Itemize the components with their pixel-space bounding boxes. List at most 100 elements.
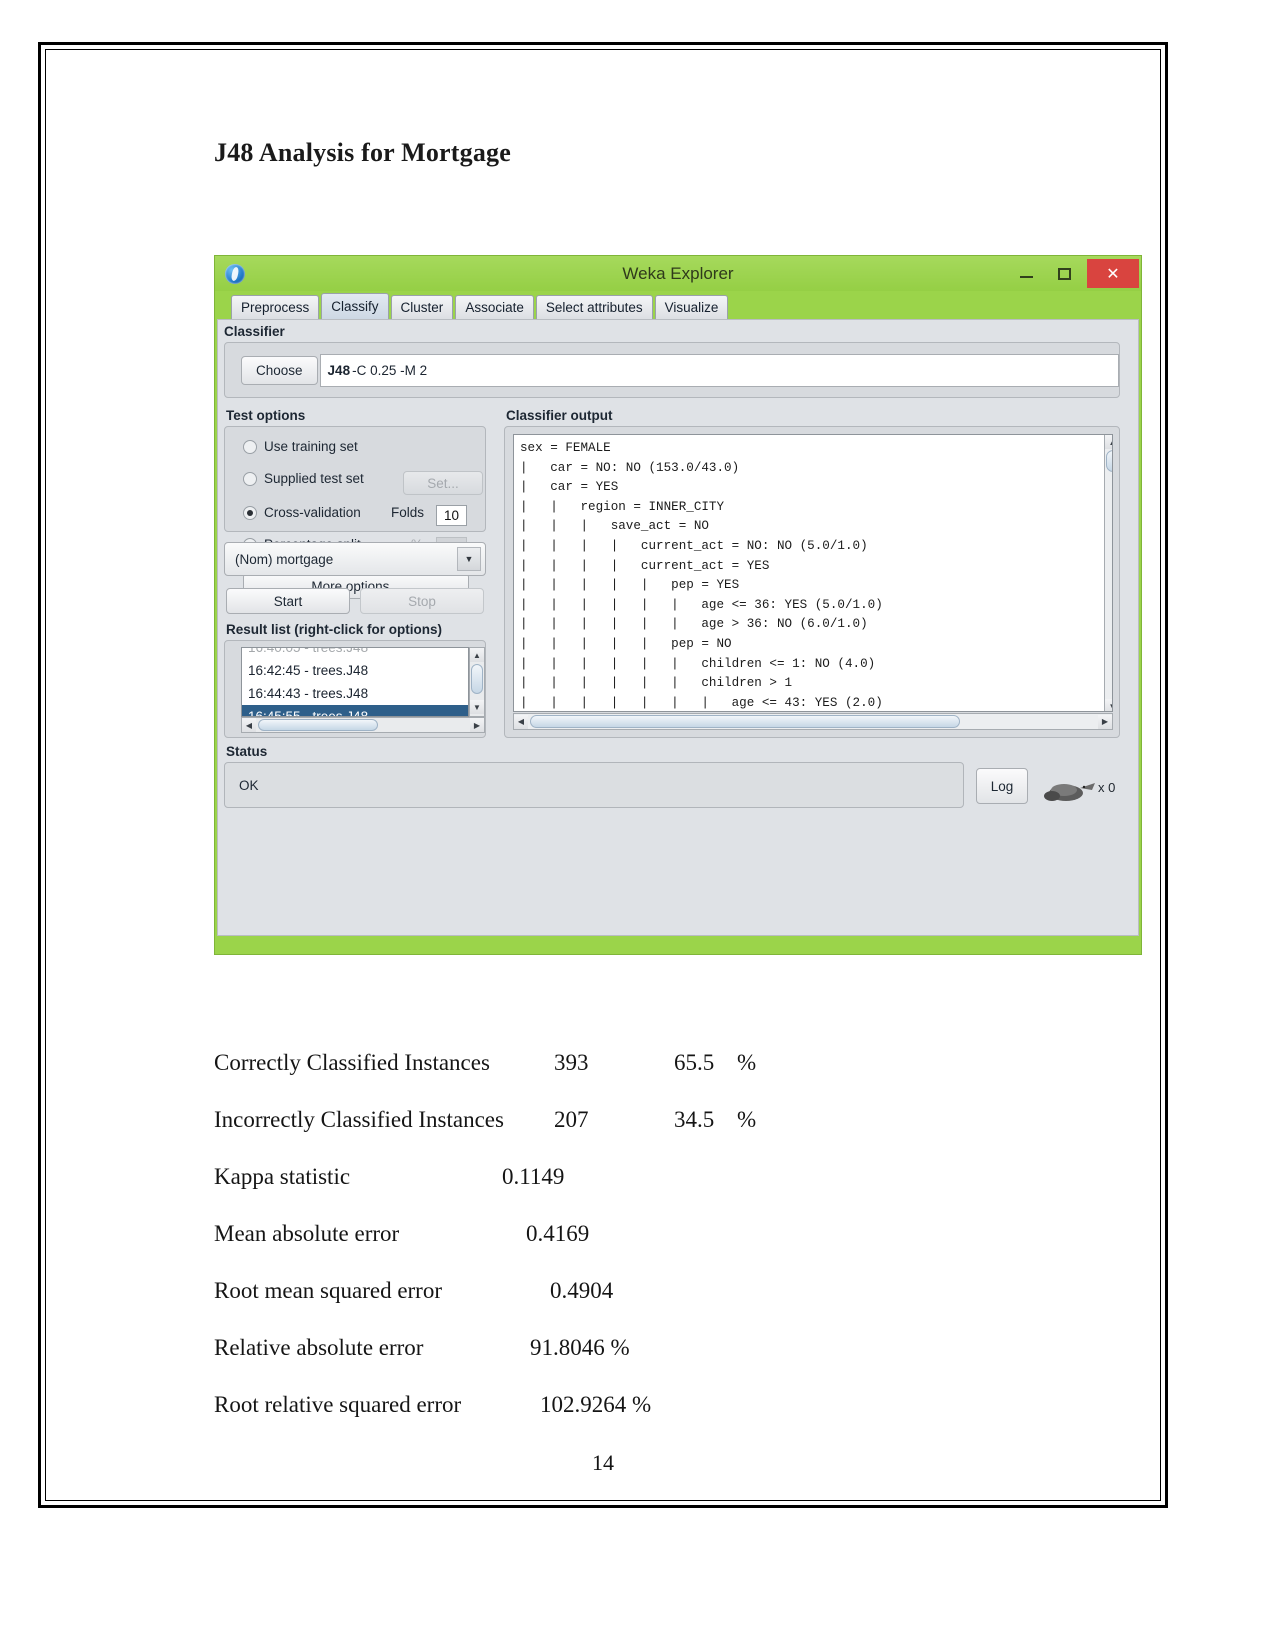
close-button[interactable]: ✕ (1087, 259, 1139, 288)
scroll-up-icon[interactable]: ▲ (470, 648, 484, 662)
result-list-vertical-scrollbar[interactable]: ▲ ▼ (469, 647, 485, 717)
metric-value: 102.9264 % (540, 1392, 652, 1417)
metric-row: Incorrectly Classified Instances 207 34.… (214, 1107, 1014, 1164)
radio-icon-selected (243, 505, 257, 520)
folds-label-text: Folds (391, 505, 425, 520)
tab-classify[interactable]: Classify (321, 293, 389, 319)
start-button[interactable]: Start (226, 588, 350, 614)
page-content: J48 Analysis for Mortgage Weka Explorer … (46, 50, 1160, 1500)
tab-associate[interactable]: Associate (455, 295, 534, 319)
classifier-output-text: sex = FEMALE | car = NO: NO (153.0/43.0)… (520, 441, 883, 710)
choose-button[interactable]: Choose (241, 355, 318, 385)
result-list-horizontal-scrollbar[interactable]: ◀ ▶ (241, 717, 485, 733)
explorer-body: Classifier Choose J48 -C 0.25 -M 2 Test o… (217, 319, 1139, 936)
scrollbar-thumb[interactable] (258, 719, 378, 731)
list-item-selected[interactable]: 16:45:55 - trees.J48 (242, 705, 468, 716)
scroll-up-icon[interactable]: ▲ (1105, 435, 1112, 449)
scroll-left-icon[interactable]: ◀ (514, 714, 528, 729)
page-title: J48 Analysis for Mortgage (214, 138, 511, 167)
metric-percent: 65.5 (674, 1050, 715, 1075)
metric-row: Root relative squared error 102.9264 % (214, 1392, 1014, 1449)
classifier-name: J48 (327, 362, 351, 378)
tab-select-attributes[interactable]: Select attributes (535, 295, 653, 319)
scroll-down-icon[interactable]: ▼ (1105, 699, 1112, 711)
metric-value: 91.8046 % (530, 1335, 630, 1360)
metric-row: Kappa statistic 0.1149 (214, 1164, 1014, 1221)
folds-input[interactable]: 10 (436, 505, 467, 526)
radio-use-training-set[interactable]: Use training set (243, 439, 358, 454)
result-list-label: Result list (right-click for options) (226, 622, 443, 637)
scroll-right-icon[interactable]: ▶ (470, 718, 484, 732)
metric-row: Root mean squared error 0.4904 (214, 1278, 1014, 1335)
radio-cross-validation[interactable]: Cross-validation (243, 505, 361, 520)
radio-icon (243, 471, 257, 486)
metric-label: Root relative squared error (214, 1392, 462, 1417)
metric-value: 0.4904 (550, 1278, 614, 1303)
bird-count-label: x 0 (1098, 780, 1116, 795)
weka-explorer-window: Weka Explorer ✕ Preprocess Classify Clus… (214, 255, 1142, 955)
list-item[interactable]: 16:42:45 - trees.J48 (242, 659, 468, 682)
maximize-button[interactable] (1045, 259, 1083, 289)
classifier-output-panel: sex = FEMALE | car = NO: NO (153.0/43.0)… (504, 426, 1120, 738)
tab-cluster[interactable]: Cluster (390, 295, 454, 319)
scroll-down-icon[interactable]: ▼ (470, 700, 484, 714)
radio-icon (243, 439, 257, 454)
metric-value: 393 (554, 1050, 589, 1075)
tab-bar: Preprocess Classify Cluster Associate Se… (217, 293, 1139, 319)
classifier-options: -C 0.25 -M 2 (352, 362, 428, 378)
metric-percent: 34.5 (674, 1107, 715, 1132)
metric-label: Root mean squared error (214, 1278, 443, 1303)
class-attribute-select[interactable]: (Nom) mortgage ▼ (224, 542, 486, 576)
metric-unit: % (737, 1050, 757, 1075)
list-item[interactable]: 16:40:05 - trees.J48 (242, 648, 468, 659)
weka-bird-animation-icon (1044, 783, 1095, 801)
metric-unit: % (737, 1107, 757, 1132)
metric-row: Relative absolute error 91.8046 % (214, 1335, 1014, 1392)
output-horizontal-scrollbar[interactable]: ◀ ▶ (513, 713, 1113, 730)
result-list[interactable]: 16:40:05 - trees.J48 16:42:45 - trees.J4… (241, 647, 469, 717)
test-options-panel: Use training set Supplied test set Set..… (224, 426, 486, 599)
metric-value: 0.4169 (526, 1221, 590, 1246)
tab-preprocess[interactable]: Preprocess (231, 295, 320, 319)
window-controls: ✕ (1007, 256, 1141, 291)
metric-label: Correctly Classified Instances (214, 1050, 490, 1075)
metric-row: Correctly Classified Instances 393 65.5 … (214, 1050, 1014, 1107)
scroll-right-icon[interactable]: ▶ (1098, 714, 1112, 729)
radio-supplied-test-set[interactable]: Supplied test set (243, 471, 364, 486)
minimize-button[interactable] (1007, 259, 1045, 289)
scroll-left-icon[interactable]: ◀ (242, 718, 256, 732)
status-bar: OK (224, 762, 964, 808)
folds-label: Folds (391, 505, 424, 520)
classifier-options-field[interactable]: J48 -C 0.25 -M 2 (319, 353, 1119, 387)
classifier-output-label: Classifier output (506, 408, 613, 423)
window-title: Weka Explorer (622, 263, 734, 283)
metric-label: Kappa statistic (214, 1164, 351, 1189)
metric-label: Incorrectly Classified Instances (214, 1107, 504, 1132)
test-options-label: Test options (226, 408, 306, 423)
set-button[interactable]: Set... (403, 471, 483, 495)
metric-row: Mean absolute error 0.4169 (214, 1221, 1014, 1278)
class-attribute-value: (Nom) mortgage (235, 551, 334, 567)
metric-value: 207 (554, 1107, 589, 1132)
metric-value: 0.1149 (502, 1164, 565, 1189)
scrollbar-thumb[interactable] (471, 664, 483, 694)
classifier-output-area[interactable]: sex = FEMALE | car = NO: NO (153.0/43.0)… (513, 434, 1113, 712)
stop-button[interactable]: Stop (360, 588, 484, 614)
output-vertical-scrollbar[interactable]: ▲ ▼ (1104, 435, 1112, 711)
classifier-group-label: Classifier (224, 324, 285, 339)
metrics-list: Correctly Classified Instances 393 65.5 … (214, 1050, 1014, 1449)
radio-label: Supplied test set (264, 471, 364, 486)
scrollbar-thumb[interactable] (530, 715, 960, 728)
log-button[interactable]: Log (976, 768, 1028, 804)
scrollbar-thumb[interactable] (1106, 450, 1112, 472)
window-titlebar: Weka Explorer ✕ (215, 256, 1141, 291)
metric-label: Mean absolute error (214, 1221, 400, 1246)
page-number: 14 (592, 1450, 614, 1475)
status-text: OK (239, 777, 259, 793)
tab-visualize[interactable]: Visualize (654, 295, 729, 319)
maximize-icon (1057, 267, 1071, 280)
minimize-icon (1019, 276, 1033, 278)
status-label: Status (226, 744, 268, 759)
list-item[interactable]: 16:44:43 - trees.J48 (242, 682, 468, 705)
chevron-down-icon[interactable]: ▼ (457, 547, 481, 571)
